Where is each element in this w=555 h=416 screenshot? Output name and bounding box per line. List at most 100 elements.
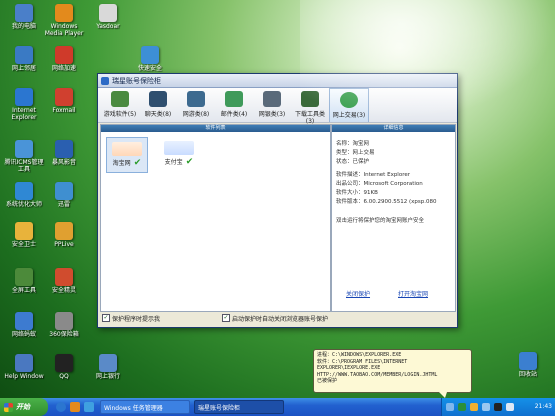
bank-icon xyxy=(99,354,117,372)
desktop-icon-quick-safe[interactable]: 快速安全 xyxy=(128,46,172,72)
prompt-checkbox[interactable]: ✓ xyxy=(102,314,110,322)
category-toolbar: 游戏软件(5) 聊天类(8) 网游类(8) 邮件类(4) 网银类(3) 下载工具… xyxy=(98,88,457,125)
desktop-icon-optimizer[interactable]: 系统优化大师 xyxy=(2,182,46,208)
desktop-icon-360[interactable]: 360保险箱 xyxy=(42,312,86,338)
app-icon xyxy=(15,268,33,286)
quicklaunch-desktop-icon[interactable] xyxy=(84,402,94,412)
tab-download[interactable]: 下载工具类(3) xyxy=(291,88,329,125)
start-button[interactable]: 开始 xyxy=(0,398,48,416)
mail-icon xyxy=(225,91,243,107)
app-icon xyxy=(141,46,159,64)
bank-icon xyxy=(263,91,281,107)
tray-app-icon[interactable] xyxy=(458,403,466,411)
tab-mail[interactable]: 邮件类(4) xyxy=(215,88,253,122)
penguin-icon xyxy=(55,354,73,372)
task-account-safe[interactable]: 瑞星账号保险柜 xyxy=(194,400,284,414)
app-logo-icon xyxy=(101,76,109,85)
detail-version: 软件版本：6.00.2900.5512 (xpsp.080 xyxy=(336,199,437,205)
media-player-icon xyxy=(55,4,73,22)
app-icon xyxy=(99,4,117,22)
desktop-icon-foxmail[interactable]: Foxmail xyxy=(42,88,86,114)
desktop-icon-fullscreen[interactable]: 全屏工具 xyxy=(2,268,46,294)
mail-icon xyxy=(55,88,73,106)
auto-close-checkbox[interactable]: ✓ xyxy=(222,314,231,322)
desktop-icon-thunder[interactable]: 迅雷 xyxy=(42,182,86,208)
download-icon xyxy=(301,91,319,107)
detail-type: 类型：网上交易 xyxy=(336,150,375,156)
app-icon xyxy=(55,46,73,64)
quicklaunch-ie-icon[interactable] xyxy=(56,402,66,412)
window-titlebar[interactable]: 瑞星账号保险柜 xyxy=(98,74,457,88)
desktop-icon-recycle-bin[interactable]: 回收站 xyxy=(506,352,550,378)
safe-icon xyxy=(55,312,73,330)
option-prompt[interactable]: ✓ 保护程序时提示我 xyxy=(102,314,160,323)
tray-qq-icon[interactable] xyxy=(494,403,502,411)
app-icon xyxy=(15,312,33,330)
game-icon xyxy=(111,91,129,107)
desktop-icon-icms[interactable]: 腾讯ICMS管理工具 xyxy=(2,140,46,173)
desktop-icon-ant[interactable]: 网络蚂蚁 xyxy=(2,312,46,338)
tray-arrow-icon[interactable] xyxy=(446,403,454,411)
tray-network-icon[interactable] xyxy=(482,403,490,411)
app-icon xyxy=(15,140,33,158)
detail-status: 状态：已保护 xyxy=(336,159,370,165)
list-item-taobao[interactable]: 淘宝网 ✔ xyxy=(106,137,148,173)
desktop-icon-spirit[interactable]: 安全精灵 xyxy=(42,268,86,294)
desktop-icon-yasdoar[interactable]: Yasdoar xyxy=(86,4,130,30)
option-auto-close[interactable]: ✓ 启动保护时自动关闭浏览器账号保护 xyxy=(222,314,328,323)
player-icon xyxy=(55,222,73,240)
window-title: 瑞星账号保险柜 xyxy=(112,76,161,85)
list-item-alipay[interactable]: 支付宝 ✔ xyxy=(159,137,199,171)
details-header: 详细信息 xyxy=(332,125,455,132)
tab-chat[interactable]: 聊天类(8) xyxy=(139,88,177,122)
desktop-icon-pplive[interactable]: PPLive xyxy=(42,222,86,248)
chat-icon xyxy=(149,91,167,107)
ie-icon xyxy=(15,88,33,106)
tray-volume-icon[interactable] xyxy=(506,403,514,411)
desktop-icon-ie[interactable]: Internet Explorer xyxy=(2,88,46,121)
computer-icon xyxy=(15,4,33,22)
app-icon xyxy=(55,268,73,286)
desktop-icon-network[interactable]: 网上邻居 xyxy=(2,46,46,72)
taobao-logo-icon xyxy=(112,142,142,156)
windows-logo-icon xyxy=(4,402,13,412)
tab-online-game[interactable]: 网游类(8) xyxy=(177,88,215,122)
tab-game[interactable]: 游戏软件(5) xyxy=(101,88,139,122)
detail-desc: 软件描述：Internet Explorer xyxy=(336,172,410,178)
shield-icon xyxy=(15,222,33,240)
balloon-line: 已被保护 xyxy=(317,378,338,384)
help-icon xyxy=(15,354,33,372)
quicklaunch-media-icon[interactable] xyxy=(70,402,80,412)
tab-bank[interactable]: 网银类(3) xyxy=(253,88,291,122)
protection-balloon[interactable]: 进程：C:\WINDOWS\EXPLORER.EXE 软件：C:\PROGRAM… xyxy=(313,349,472,398)
taskbar: 开始 Windows 任务管理器 瑞星账号保险柜 21:43 xyxy=(0,398,555,416)
close-protection-link[interactable]: 关闭保护 xyxy=(346,289,370,298)
detail-size: 软件大小：91KB xyxy=(336,190,378,196)
system-tray: 21:43 xyxy=(441,398,555,416)
desktop-icon-net-accel[interactable]: 网络加速 xyxy=(42,46,86,72)
desktop-icon-help[interactable]: Help Window xyxy=(2,354,46,380)
app-icon xyxy=(15,182,33,200)
player-icon xyxy=(55,140,73,158)
tray-shield-icon[interactable] xyxy=(470,403,478,411)
detail-name: 名称：淘宝网 xyxy=(336,141,370,147)
network-icon xyxy=(15,46,33,64)
desktop-icon-qq[interactable]: QQ xyxy=(42,354,86,380)
options-bar: ✓ 保护程序时提示我 ✓ 启动保护时自动关闭浏览器账号保护 xyxy=(100,312,454,324)
desktop-icon-media-player[interactable]: Windows Media Player xyxy=(42,4,86,37)
monitor-icon xyxy=(187,91,205,107)
task-task-manager[interactable]: Windows 任务管理器 xyxy=(100,400,190,414)
desktop-icon-guard[interactable]: 安全卫士 xyxy=(2,222,46,248)
account-safe-window: 瑞星账号保险柜 游戏软件(5) 聊天类(8) 网游类(8) 邮件类(4) 网银类… xyxy=(97,73,458,328)
tab-online-trade[interactable]: 网上交易(3) xyxy=(329,88,369,122)
download-icon xyxy=(55,182,73,200)
detail-company: 出品公司：Microsoft Corporation xyxy=(336,181,423,187)
open-taobao-link[interactable]: 打开淘宝网 xyxy=(398,289,428,298)
desktop-icon-storm[interactable]: 暴风影音 xyxy=(42,140,86,166)
desktop-icon-bank[interactable]: 网上银行 xyxy=(86,354,130,380)
software-list-header: 软件列表 xyxy=(101,125,330,132)
alipay-logo-icon xyxy=(164,141,194,155)
check-icon: ✔ xyxy=(182,157,194,167)
desktop-icon-my-computer[interactable]: 我的电脑 xyxy=(2,4,46,30)
details-pane: 详细信息 名称：淘宝网 类型：网上交易 状态：已保护 软件描述：Internet… xyxy=(331,124,456,312)
